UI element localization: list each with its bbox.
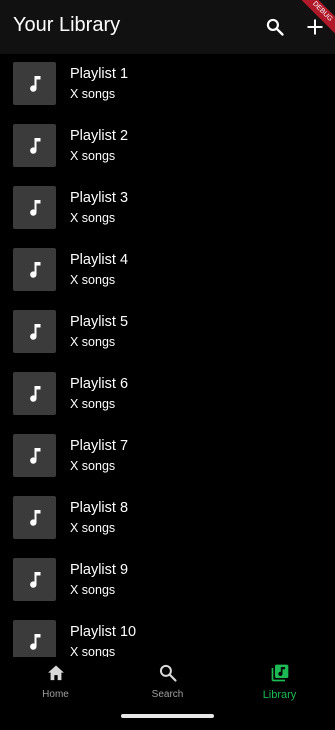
playlist-song-count: X songs xyxy=(70,211,116,225)
music-note-icon xyxy=(29,633,40,650)
playlist-item[interactable]: Playlist 5 X songs xyxy=(0,302,335,364)
playlist-thumbnail xyxy=(13,62,56,105)
playlist-song-count: X songs xyxy=(70,583,116,597)
music-note-icon xyxy=(29,571,40,588)
playlist-thumbnail xyxy=(13,558,56,601)
playlist-title: Playlist 8 xyxy=(70,500,129,516)
music-note-icon xyxy=(29,323,40,340)
playlist-title: Playlist 4 xyxy=(70,252,129,268)
music-note-icon xyxy=(29,385,40,402)
playlist-title: Playlist 2 xyxy=(70,128,129,144)
nav-label-search: Search xyxy=(151,689,184,700)
home-icon xyxy=(47,665,64,681)
music-note-icon xyxy=(29,447,40,464)
search-icon xyxy=(159,664,177,682)
playlist-song-count: X songs xyxy=(70,335,116,349)
page-title: Your Library xyxy=(13,14,121,36)
playlist-item[interactable]: Playlist 2 X songs xyxy=(0,116,335,178)
playlist-song-count: X songs xyxy=(70,397,116,411)
playlist-title: Playlist 3 xyxy=(70,190,129,206)
playlist-list[interactable]: Playlist 1 X songs Playlist 2 X songs Pl… xyxy=(0,54,335,657)
playlist-song-count: X songs xyxy=(70,459,116,473)
nav-item-search[interactable]: Search xyxy=(112,663,223,703)
playlist-item[interactable]: Playlist 4 X songs xyxy=(0,240,335,302)
playlist-song-count: X songs xyxy=(70,149,116,163)
playlist-thumbnail xyxy=(13,496,56,539)
playlist-thumbnail xyxy=(13,248,56,291)
playlist-thumbnail xyxy=(13,434,56,477)
music-note-icon xyxy=(29,509,40,526)
playlist-title: Playlist 1 xyxy=(70,66,129,82)
music-note-icon xyxy=(29,199,40,216)
music-note-icon xyxy=(29,137,40,154)
playlist-title: Playlist 7 xyxy=(70,438,129,454)
playlist-item[interactable]: Playlist 8 X songs xyxy=(0,488,335,550)
playlist-thumbnail xyxy=(13,310,56,353)
playlist-thumbnail xyxy=(13,372,56,415)
playlist-item[interactable]: Playlist 1 X songs xyxy=(0,54,335,116)
playlist-item[interactable]: Playlist 9 X songs xyxy=(0,550,335,612)
nav-item-home[interactable]: Home xyxy=(0,663,111,703)
playlist-item[interactable]: Playlist 3 X songs xyxy=(0,178,335,240)
music-note-icon xyxy=(29,75,40,92)
playlist-song-count: X songs xyxy=(70,521,116,535)
playlist-title: Playlist 5 xyxy=(70,314,129,330)
playlist-thumbnail xyxy=(13,124,56,167)
nav-item-library[interactable]: Library xyxy=(224,663,335,703)
search-button[interactable] xyxy=(262,14,288,40)
playlist-song-count: X songs xyxy=(70,273,116,287)
home-indicator[interactable] xyxy=(121,714,214,718)
app-bar: Your Library DEBUG xyxy=(0,0,335,54)
playlist-thumbnail xyxy=(13,186,56,229)
playlist-thumbnail xyxy=(13,620,56,657)
playlist-song-count: X songs xyxy=(70,645,116,657)
playlist-song-count: X songs xyxy=(70,87,116,101)
bottom-navigation: Home Search Library xyxy=(0,657,335,730)
playlist-title: Playlist 6 xyxy=(70,376,129,392)
playlist-item[interactable]: Playlist 10 X songs xyxy=(0,612,335,657)
playlist-item[interactable]: Playlist 6 X songs xyxy=(0,364,335,426)
playlist-title: Playlist 10 xyxy=(70,624,137,640)
library-music-icon xyxy=(271,664,288,682)
nav-label-home: Home xyxy=(42,689,69,700)
nav-label-library: Library xyxy=(262,689,297,701)
search-icon xyxy=(266,18,284,36)
music-note-icon xyxy=(29,261,40,278)
playlist-title: Playlist 9 xyxy=(70,562,129,578)
playlist-item[interactable]: Playlist 7 X songs xyxy=(0,426,335,488)
